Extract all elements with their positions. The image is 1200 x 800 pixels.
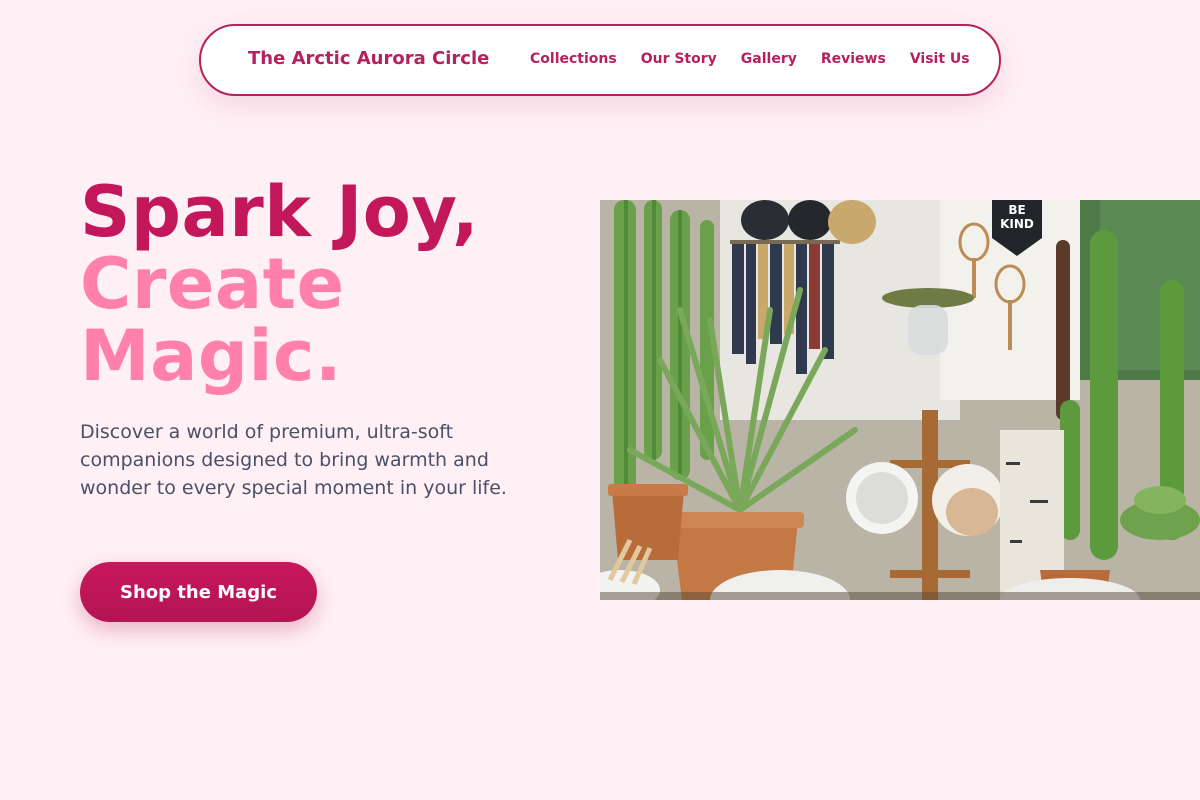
hero-description: Discover a world of premium, ultra-soft … <box>80 421 507 499</box>
nav-link-visit-us[interactable]: Visit Us <box>910 51 970 67</box>
nav-link-collections[interactable]: Collections <box>530 51 617 67</box>
shop-the-magic-button[interactable]: Shop the Magic <box>80 562 317 622</box>
headline-line-2: Create <box>80 243 345 325</box>
headline-line-3: Magic. <box>80 315 343 397</box>
svg-text:KIND: KIND <box>1000 217 1034 231</box>
nav-link-our-story[interactable]: Our Story <box>641 51 717 67</box>
hero-headline: Spark Joy, Create Magic. <box>80 176 479 392</box>
be-kind-sign-text: BE <box>1008 203 1025 217</box>
page: The Arctic Aurora Circle Collections Our… <box>0 0 1200 800</box>
header-nav: The Arctic Aurora Circle Collections Our… <box>199 24 1001 96</box>
brand-logo[interactable]: The Arctic Aurora Circle <box>248 48 489 69</box>
headline-line-1: Spark Joy, <box>80 171 480 253</box>
shop-interior-photo: BE KIND <box>600 200 1200 600</box>
nav-links: Collections Our Story Gallery Reviews Vi… <box>530 51 970 67</box>
nav-link-reviews[interactable]: Reviews <box>821 51 886 67</box>
nav-link-gallery[interactable]: Gallery <box>741 51 797 67</box>
hero-image: BE KIND <box>600 200 1200 600</box>
